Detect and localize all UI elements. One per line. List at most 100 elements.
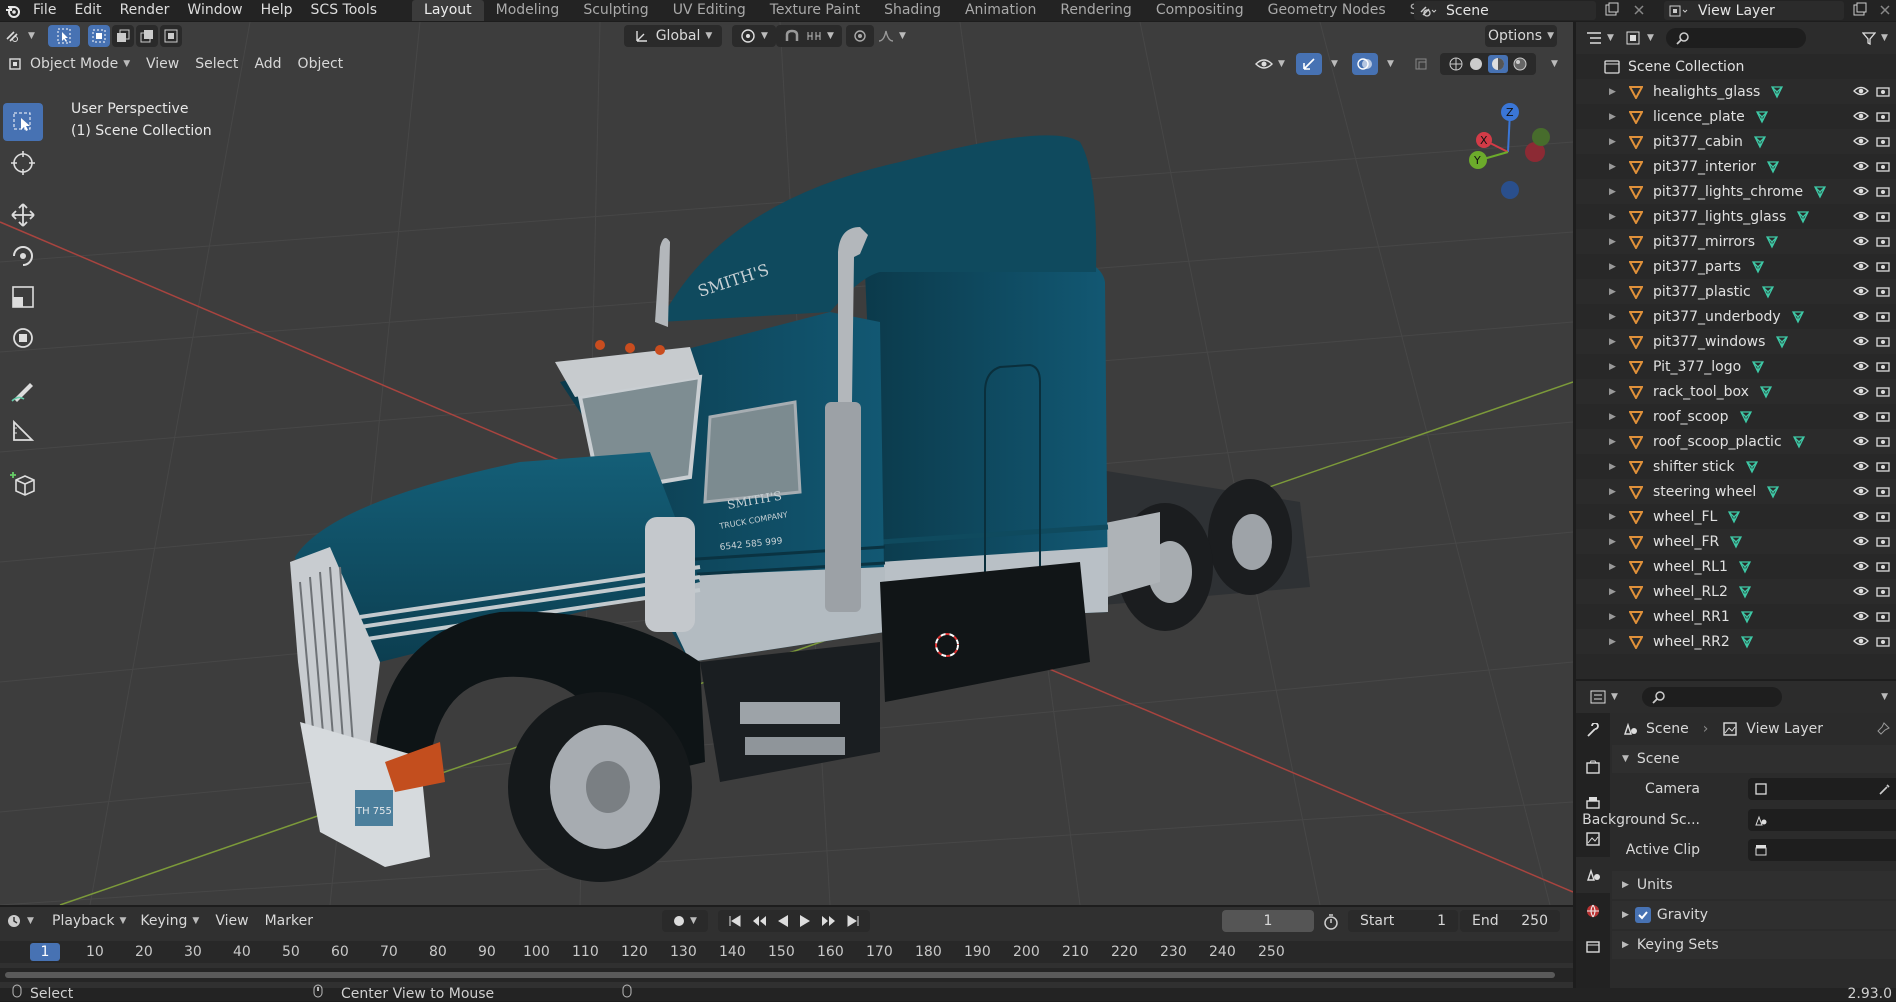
units-panel-header[interactable]: ▶ Units (1612, 871, 1896, 899)
timeline-ruler[interactable]: 1 10 20 30 40 50 60 70 80 90 100 110 120 130 140 150 16… (0, 941, 1573, 963)
proportional-editing-toggle[interactable] (846, 25, 874, 47)
mesh-data-icon[interactable] (1753, 135, 1767, 149)
tab-texture-paint[interactable]: Texture Paint (758, 0, 872, 21)
outliner-item[interactable]: ▶ pit377_cabin (1576, 129, 1896, 154)
visibility-eye-icon[interactable] (1853, 410, 1869, 422)
play-reverse-icon[interactable] (776, 914, 790, 928)
mesh-data-icon[interactable] (1765, 235, 1779, 249)
render-camera-icon[interactable] (1876, 460, 1890, 472)
mesh-data-icon[interactable] (1792, 435, 1806, 449)
jump-keyframe-forward-icon[interactable] (821, 914, 837, 928)
tab-shading[interactable]: Shading (872, 0, 953, 21)
navigation-gizmo[interactable]: Z X Y (1469, 103, 1550, 199)
outliner-item[interactable]: ▶ wheel_RR2 (1576, 629, 1896, 654)
visibility-eye-icon[interactable] (1853, 560, 1869, 572)
active-clip-field[interactable] (1748, 839, 1896, 861)
expand-arrow-icon[interactable]: ▶ (1609, 387, 1623, 397)
mesh-data-icon[interactable] (1738, 585, 1752, 599)
outliner-item[interactable]: ▶ roof_scoop_plactic (1576, 429, 1896, 454)
visibility-eye-icon[interactable] (1853, 585, 1869, 597)
expand-arrow-icon[interactable]: ▶ (1609, 137, 1623, 147)
scale-tool[interactable] (3, 278, 43, 316)
mesh-data-icon[interactable] (1745, 460, 1759, 474)
render-camera-icon[interactable] (1876, 235, 1890, 247)
mesh-data-icon[interactable] (1813, 185, 1827, 199)
expand-arrow-icon[interactable]: ▶ (1609, 212, 1623, 222)
visibility-eye-icon[interactable] (1853, 360, 1869, 372)
expand-arrow-icon[interactable]: ▶ (1609, 162, 1623, 172)
properties-search-input[interactable] (1642, 687, 1782, 707)
visibility-eye-icon[interactable] (1853, 285, 1869, 297)
render-camera-icon[interactable] (1876, 285, 1890, 297)
delete-scene-icon[interactable] (1632, 3, 1646, 17)
properties-editor-type-button[interactable]: ▼ (1584, 686, 1624, 708)
menu-edit[interactable]: Edit (65, 0, 110, 21)
transform-orientation-dropdown[interactable]: Global ▼ (624, 25, 722, 47)
mesh-data-icon[interactable] (1740, 635, 1754, 649)
solid-shading-icon[interactable] (1468, 56, 1484, 72)
pin-icon[interactable] (1876, 722, 1890, 736)
expand-arrow-icon[interactable]: ▶ (1609, 487, 1623, 497)
select-extend-button[interactable] (112, 25, 134, 47)
outliner-item[interactable]: ▶ pit377_plastic (1576, 279, 1896, 304)
outliner-item[interactable]: ▶ pit377_interior (1576, 154, 1896, 179)
outliner-scene-collection[interactable]: Scene Collection (1576, 54, 1896, 79)
expand-arrow-icon[interactable]: ▶ (1609, 537, 1623, 547)
outliner-item[interactable]: ▶ wheel_FL (1576, 504, 1896, 529)
visibility-eye-icon[interactable] (1853, 210, 1869, 222)
expand-arrow-icon[interactable]: ▶ (1609, 587, 1623, 597)
view-layer-selector[interactable]: View Layer (1664, 1, 1844, 20)
mesh-data-icon[interactable] (1751, 360, 1765, 374)
render-camera-icon[interactable] (1876, 535, 1890, 547)
shading-dropdown-icon[interactable]: ▼ (1551, 59, 1558, 69)
outliner-item[interactable]: ▶ steering wheel (1576, 479, 1896, 504)
visibility-eye-icon[interactable] (1853, 310, 1869, 322)
outliner-filter-button[interactable]: ▼ (1858, 27, 1892, 49)
outliner-item[interactable]: ▶ wheel_RL1 (1576, 554, 1896, 579)
outliner-item[interactable]: ▶ pit377_lights_glass (1576, 204, 1896, 229)
measure-tool[interactable] (3, 412, 43, 450)
visibility-eye-icon[interactable] (1853, 235, 1869, 247)
outliner-item[interactable]: ▶ roof_scoop (1576, 404, 1896, 429)
jump-keyframe-back-icon[interactable] (751, 914, 767, 928)
overlays-dropdown-icon[interactable]: ▼ (1387, 59, 1394, 69)
menu-scs-tools[interactable]: SCS Tools (302, 0, 387, 21)
render-camera-icon[interactable] (1876, 260, 1890, 272)
render-camera-icon[interactable] (1876, 510, 1890, 522)
visibility-eye-icon[interactable] (1853, 335, 1869, 347)
viewport-menu-add[interactable]: Add (248, 53, 287, 75)
timeline-view-menu[interactable]: View (209, 910, 254, 932)
cursor-tool[interactable] (3, 144, 43, 182)
visibility-eye-icon[interactable] (1853, 160, 1869, 172)
keying-menu[interactable]: Keying ▼ (134, 910, 205, 932)
display-mode-dropdown[interactable]: ▼ (1620, 27, 1660, 49)
outliner-item[interactable]: ▶ pit377_lights_chrome (1576, 179, 1896, 204)
proportional-falloff-dropdown[interactable]: ▼ (874, 25, 910, 47)
background-scene-field[interactable] (1748, 809, 1896, 831)
outliner-item[interactable]: ▶ Pit_377_logo (1576, 354, 1896, 379)
tab-collection[interactable] (1576, 929, 1610, 965)
render-camera-icon[interactable] (1876, 335, 1890, 347)
outliner-item[interactable]: ▶ pit377_underbody (1576, 304, 1896, 329)
tab-modeling[interactable]: Modeling (484, 0, 572, 21)
render-camera-icon[interactable] (1876, 610, 1890, 622)
render-camera-icon[interactable] (1876, 360, 1890, 372)
mesh-data-icon[interactable] (1761, 285, 1775, 299)
select-new-button[interactable] (88, 25, 110, 47)
scene-panel-header[interactable]: ▼ Scene (1612, 745, 1896, 773)
object-mode-dropdown[interactable]: Object Mode ▼ (2, 53, 134, 75)
expand-arrow-icon[interactable]: ▶ (1609, 637, 1623, 647)
options-dropdown[interactable]: Options ▼ (1485, 25, 1557, 47)
new-scene-icon[interactable] (1604, 2, 1620, 18)
tab-world[interactable] (1576, 893, 1610, 929)
rotate-tool[interactable] (3, 237, 43, 275)
select-subtract-button[interactable] (136, 25, 158, 47)
menu-file[interactable]: File (24, 0, 65, 21)
eyedropper-icon[interactable] (1878, 782, 1892, 796)
render-camera-icon[interactable] (1876, 560, 1890, 572)
current-frame-field[interactable]: 1 (1222, 910, 1314, 932)
expand-arrow-icon[interactable]: ▶ (1609, 412, 1623, 422)
delete-view-layer-icon[interactable] (1878, 3, 1892, 17)
render-camera-icon[interactable] (1876, 135, 1890, 147)
outliner-item[interactable]: ▶ wheel_RL2 (1576, 579, 1896, 604)
